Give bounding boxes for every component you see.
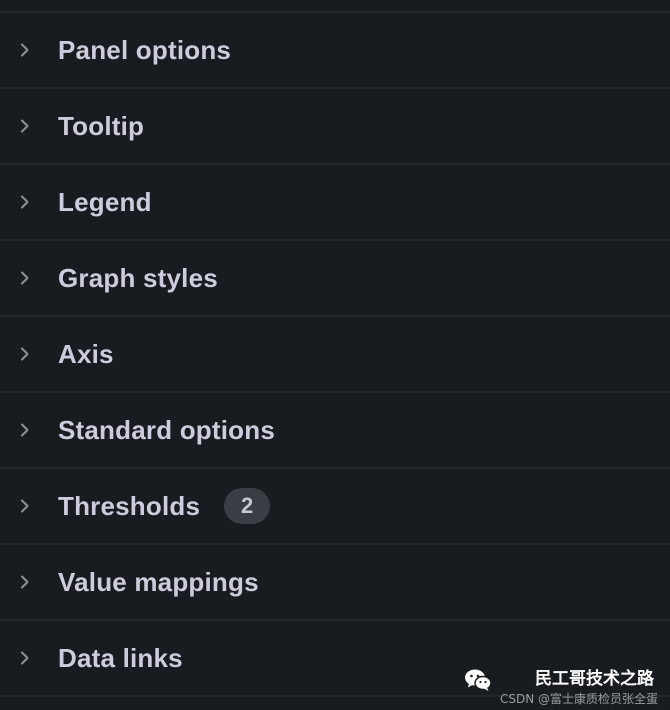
chevron-right-icon	[18, 43, 32, 57]
section-thresholds[interactable]: Thresholds 2	[0, 469, 670, 545]
chevron-right-icon	[18, 423, 32, 437]
section-label: Thresholds	[58, 490, 201, 521]
section-legend[interactable]: Legend	[0, 165, 670, 241]
chevron-right-icon	[18, 271, 32, 285]
section-axis[interactable]: Axis	[0, 317, 670, 393]
chevron-right-icon	[18, 651, 32, 665]
section-value-mappings[interactable]: Value mappings	[0, 545, 670, 621]
section-label: Standard options	[58, 414, 275, 445]
section-panel-options[interactable]: Panel options	[0, 13, 670, 89]
section-label: Data links	[58, 642, 183, 673]
chevron-right-icon	[18, 119, 32, 133]
watermark-title: 民工哥技术之路	[535, 669, 654, 689]
chevron-right-icon	[18, 347, 32, 361]
chevron-right-icon	[18, 499, 32, 513]
section-tooltip[interactable]: Tooltip	[0, 89, 670, 165]
section-label: Value mappings	[58, 566, 259, 597]
section-label: Tooltip	[58, 110, 145, 141]
section-label: Axis	[58, 338, 114, 369]
section-standard-options[interactable]: Standard options	[0, 393, 670, 469]
chevron-right-icon	[18, 575, 32, 589]
wechat-icon	[464, 668, 492, 692]
section-graph-styles[interactable]: Graph styles	[0, 241, 670, 317]
count-badge: 2	[224, 488, 271, 524]
options-pane: Panel options Tooltip Legend Graph style…	[0, 0, 670, 710]
chevron-right-icon	[18, 195, 32, 209]
watermark: 民工哥技术之路 CSDN @富士康质检员张全蛋	[464, 664, 658, 707]
section-label: Graph styles	[58, 262, 218, 293]
section-label: Panel options	[58, 34, 232, 65]
section-label: Legend	[58, 186, 152, 217]
watermark-subtitle: CSDN @富士康质检员张全蛋	[499, 692, 658, 706]
